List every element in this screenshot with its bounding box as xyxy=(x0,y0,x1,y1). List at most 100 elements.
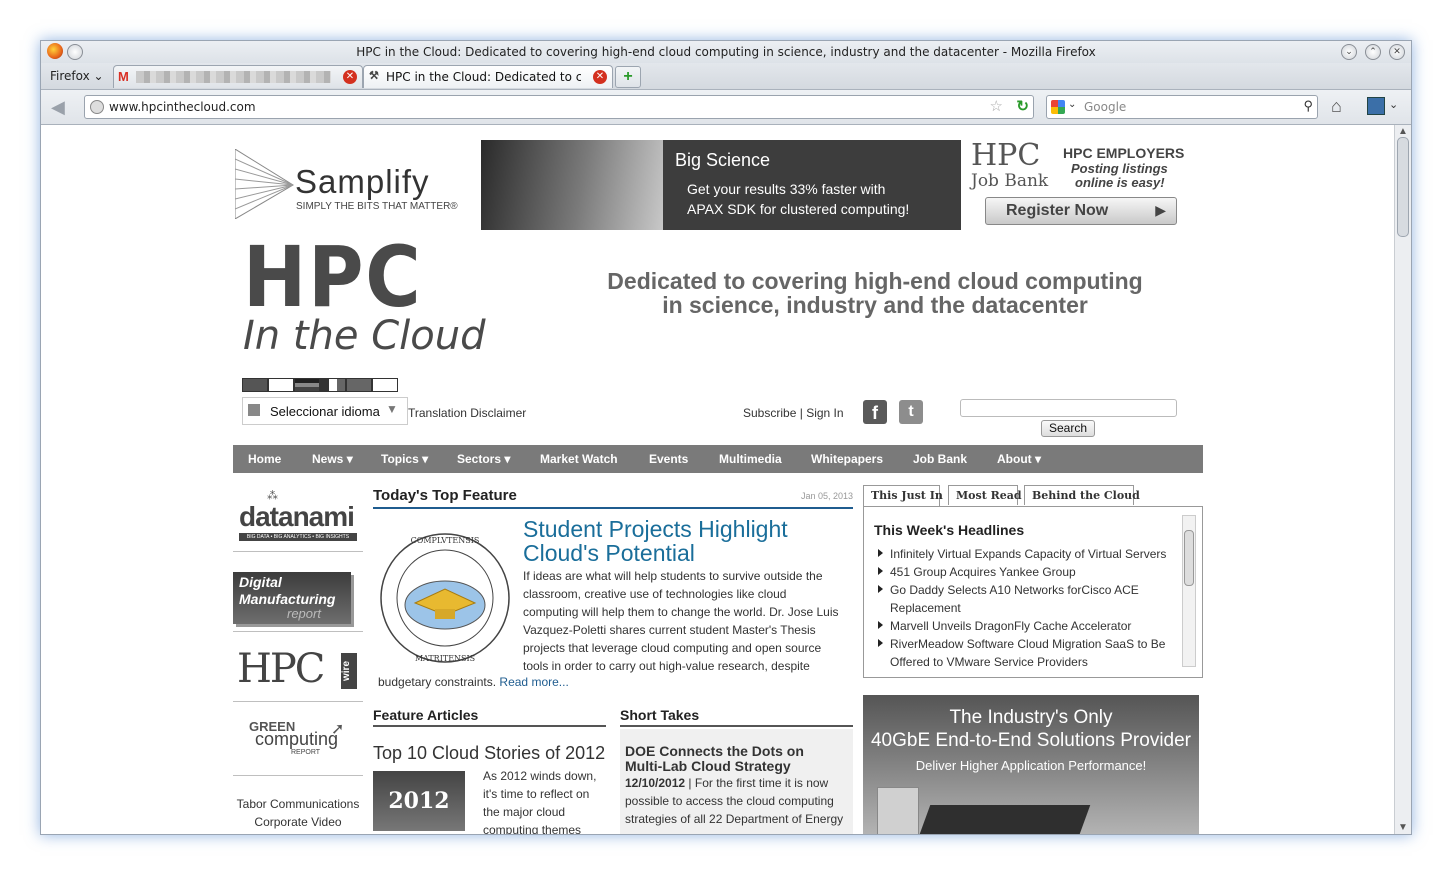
jobbank-sub-2: online is easy! xyxy=(1075,175,1165,190)
heading-rule xyxy=(373,507,853,509)
nav-market-watch[interactable]: Market Watch xyxy=(540,452,618,466)
flag-icon[interactable] xyxy=(372,378,398,392)
tab-label: HPC in the Cloud: Dedicated to co... xyxy=(386,70,581,84)
headline-item[interactable]: RiverMeadow Software Cloud Migration Saa… xyxy=(890,637,1165,651)
reload-icon[interactable]: ↻ xyxy=(1016,97,1029,115)
tab-behind-the-cloud[interactable]: Behind the Cloud xyxy=(1024,485,1140,505)
tab-this-just-in[interactable]: This Just In xyxy=(863,485,943,507)
headline-item[interactable]: Marvell Unveils DragonFly Cache Accelera… xyxy=(890,619,1131,633)
site-search-input[interactable] xyxy=(960,399,1177,417)
register-now-button[interactable]: Register Now ▶ xyxy=(985,197,1177,225)
headline-item[interactable]: 451 Group Acquires Yankee Group xyxy=(890,565,1076,579)
flag-icon[interactable] xyxy=(294,378,320,392)
firefox-menu-button[interactable]: Firefox ⌄ xyxy=(50,69,104,83)
chevron-down-icon[interactable]: ⌄ xyxy=(1389,98,1398,111)
nav-sectors[interactable]: Sectors ▾ xyxy=(457,452,510,466)
account-links: Subscribe | Sign In xyxy=(743,406,844,420)
sidebar-divider xyxy=(233,551,363,552)
datanami-logo[interactable]: ⁂ datanami BIG DATA • BIG ANALYTICS • BI… xyxy=(237,489,361,541)
nav-about[interactable]: About ▾ xyxy=(997,452,1041,466)
green-computing-logo[interactable]: GREEN computing REPORT ➚ xyxy=(241,719,359,769)
feature-article-title[interactable]: Top 10 Cloud Stories of 2012 xyxy=(373,743,605,764)
job-bank-ad[interactable]: HPC Job Bank HPC EMPLOYERS Posting listi… xyxy=(971,139,1203,231)
tabor-communications-link[interactable]: Tabor Communications xyxy=(233,795,363,813)
corporate-video-link[interactable]: Corporate Video xyxy=(233,813,363,831)
nav-news[interactable]: News ▾ xyxy=(312,452,353,466)
close-tab-icon[interactable]: ✕ xyxy=(593,70,607,84)
chevron-down-icon[interactable]: ⌄ xyxy=(1068,99,1076,110)
samplify-logo-icon xyxy=(235,149,294,219)
bullet-icon xyxy=(878,549,883,557)
ad-line-1: The Industry's Only xyxy=(949,707,1113,728)
body-line: projects that leverage cloud computing a… xyxy=(523,641,822,655)
maximize-icon[interactable]: ⌃ xyxy=(1365,44,1381,60)
close-window-icon[interactable]: ✕ xyxy=(1389,44,1405,60)
flag-icon[interactable] xyxy=(320,378,346,392)
digital-manufacturing-logo[interactable]: Digital Manufacturing report xyxy=(233,572,351,624)
headline-item-cont[interactable]: Offered to VMware Service Providers xyxy=(890,655,1088,669)
dmr-line-3: report xyxy=(287,606,321,621)
tab-most-read[interactable]: Most Read xyxy=(948,485,1022,505)
scroll-down-icon[interactable]: ▼ xyxy=(1398,822,1408,833)
facebook-icon[interactable]: f xyxy=(863,400,887,424)
language-select[interactable]: Seleccionar idioma ▼ xyxy=(242,397,408,425)
hpcwire-logo[interactable]: HPC wire xyxy=(237,649,361,689)
svg-text:MATRITENSIS: MATRITENSIS xyxy=(415,654,475,663)
google-icon[interactable] xyxy=(1051,100,1065,114)
scroll-thumb[interactable] xyxy=(1397,137,1409,237)
feature-article-text: As 2012 winds down, it's time to reflect… xyxy=(483,767,596,834)
nav-job-bank[interactable]: Job Bank xyxy=(913,452,967,466)
bookmark-star-icon[interactable]: ☆ xyxy=(990,97,1003,115)
nav-topics[interactable]: Topics ▾ xyxy=(381,452,428,466)
flag-icon[interactable] xyxy=(268,378,294,392)
sign-in-link[interactable]: Sign In xyxy=(806,406,843,420)
top-feature-date: Jan 05, 2013 xyxy=(800,491,853,501)
home-icon[interactable]: ⌂ xyxy=(1331,96,1342,117)
tab-gmail[interactable]: M ✕ xyxy=(113,65,363,88)
firefox-menu-label: Firefox xyxy=(50,69,90,83)
search-bar[interactable]: ⌄ Google ⚲ xyxy=(1046,95,1318,119)
scroll-up-icon[interactable]: ▲ xyxy=(1398,126,1408,137)
page-scrollbar[interactable]: ▲ ▼ xyxy=(1394,125,1411,834)
text-line: the major cloud xyxy=(483,805,566,819)
big-science-ad[interactable]: Big Science Get your results 33% faster … xyxy=(481,140,961,230)
headline-item[interactable]: Infinitely Virtual Expands Capacity of V… xyxy=(890,547,1166,561)
short-take-title[interactable]: DOE Connects the Dots on Multi-Lab Cloud… xyxy=(625,744,804,774)
headline-item-cont[interactable]: Replacement xyxy=(890,601,961,615)
samplify-ad[interactable]: Samplify SIMPLY THE BITS THAT MATTER® xyxy=(233,139,473,221)
binoculars-icon[interactable]: ⚲ xyxy=(1303,98,1313,114)
jobbank-logo-sub: Job Bank xyxy=(971,171,1049,191)
headlines-scrollbar[interactable] xyxy=(1182,515,1196,667)
nav-home[interactable]: Home xyxy=(248,452,281,466)
short-takes: Short Takes DOE Connects the Dots on Mul… xyxy=(620,707,853,834)
translation-disclaimer-link[interactable]: Translation Disclaimer xyxy=(408,406,526,420)
twitter-icon[interactable]: t xyxy=(899,400,923,424)
back-arrow-icon[interactable]: ◀ xyxy=(51,97,65,118)
site-logo[interactable]: HPC In the Cloud xyxy=(243,235,485,359)
jobbank-logo-hpc: HPC xyxy=(971,138,1041,173)
sidebar-divider xyxy=(233,701,363,702)
minimize-icon[interactable]: ⌄ xyxy=(1341,44,1357,60)
flag-icon[interactable] xyxy=(242,378,268,392)
university-seal-icon: COMPLVTENSIS MATRITENSIS xyxy=(380,533,510,663)
read-more-link[interactable]: Read more... xyxy=(499,675,568,689)
nav-events[interactable]: Events xyxy=(649,452,688,466)
chevron-down-icon: ▼ xyxy=(386,402,398,416)
nav-multimedia[interactable]: Multimedia xyxy=(719,452,782,466)
headline-item[interactable]: Go Daddy Selects A10 Networks forCisco A… xyxy=(890,583,1139,597)
new-tab-button[interactable]: + xyxy=(615,66,641,88)
feature-article-thumb[interactable]: 2012 xyxy=(373,771,465,831)
subscribe-link[interactable]: Subscribe xyxy=(743,406,796,420)
flag-icon[interactable] xyxy=(346,378,372,392)
datanami-sub: BIG DATA • BIG ANALYTICS • BIG INSIGHTS xyxy=(239,533,357,541)
site-search-button[interactable]: Search xyxy=(1041,420,1095,437)
url-bar[interactable]: www.hpcinthecloud.com ☆ ↻ xyxy=(84,95,1034,119)
mellanox-ad[interactable]: The Industry's Only 40GbE End-to-End Sol… xyxy=(863,695,1199,834)
top-feature-title[interactable]: Student Projects Highlight Cloud's Poten… xyxy=(523,517,788,565)
bookmarks-icon[interactable] xyxy=(1367,97,1385,115)
scroll-thumb[interactable] xyxy=(1184,530,1194,586)
nav-whitepapers[interactable]: Whitepapers xyxy=(811,452,883,466)
green-line-3: REPORT xyxy=(291,749,321,756)
tab-hpc[interactable]: ⚒ HPC in the Cloud: Dedicated to co... ✕ xyxy=(363,65,613,88)
close-tab-icon[interactable]: ✕ xyxy=(343,70,357,84)
